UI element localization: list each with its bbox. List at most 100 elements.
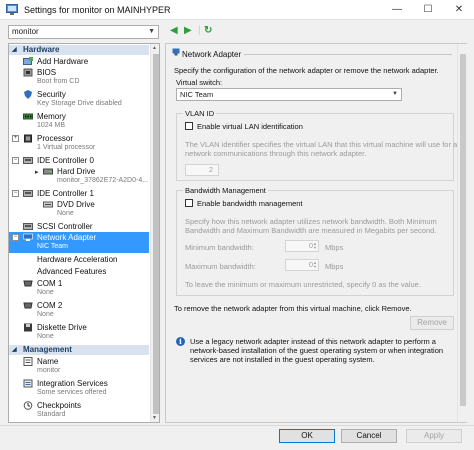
- maximize-button[interactable]: ☐: [413, 0, 443, 20]
- collapse-icon[interactable]: −: [12, 234, 19, 241]
- legacy-adapter-info: services are not installed in the guest …: [190, 355, 375, 364]
- shield-icon: [24, 90, 32, 99]
- forward-arrow-icon[interactable]: ▶: [184, 25, 192, 37]
- tree-item-hardware-acceleration[interactable]: Hardware Acceleration: [9, 254, 149, 265]
- tree-item-bios[interactable]: BIOS Boot from CD: [9, 67, 149, 88]
- chevron-down-icon: ▼: [148, 28, 155, 35]
- tree-item-dvd-drive[interactable]: DVD Drive None: [9, 199, 149, 220]
- spinner-arrows-icon[interactable]: ▲ ▼: [313, 261, 317, 269]
- minimum-bandwidth-label: Minimum bandwidth:: [185, 243, 254, 252]
- panel-description: Specify the configuration of the network…: [174, 66, 439, 75]
- tree-item-add-hardware[interactable]: Add Hardware: [9, 56, 149, 67]
- settings-app-icon: [6, 4, 18, 15]
- bandwidth-help-text: Bandwidth and Maximum Bandwidth are meas…: [185, 226, 437, 235]
- tree-item-com2[interactable]: COM 2 None: [9, 300, 149, 321]
- virtual-switch-value: NIC Team: [180, 90, 214, 99]
- tree-item-advanced-features[interactable]: Advanced Features: [9, 266, 149, 277]
- vlan-help-text: network communications through this netw…: [185, 149, 367, 158]
- scroll-up-arrow-icon[interactable]: ▲: [152, 45, 157, 51]
- maximum-bandwidth-unit: Mbps: [325, 262, 344, 271]
- vm-selector-value: monitor: [12, 27, 39, 36]
- ok-button[interactable]: OK: [279, 429, 335, 443]
- vlan-id-field[interactable]: 2: [185, 164, 219, 176]
- separator: |: [198, 25, 201, 36]
- settings-tree: ◢ Hardware Add Hardware BIOS Boot from C…: [8, 43, 160, 423]
- enable-bandwidth-label: Enable bandwidth management: [197, 199, 303, 208]
- vm-selector-dropdown[interactable]: monitor ▼: [8, 25, 159, 39]
- minimize-button[interactable]: —: [382, 0, 412, 20]
- scsi-controller-icon: [23, 223, 33, 230]
- enable-vlan-checkbox[interactable]: [185, 122, 193, 130]
- tree-item-network-adapter[interactable]: − Network Adapter NIC Team: [9, 232, 149, 253]
- memory-icon: [23, 113, 33, 120]
- expand-icon[interactable]: ▸: [35, 168, 39, 176]
- remove-button[interactable]: Remove: [410, 316, 454, 330]
- cancel-button[interactable]: Cancel: [341, 429, 397, 443]
- unrestricted-hint: To leave the minimum or maximum unrestri…: [185, 280, 421, 289]
- com-port-icon: [23, 280, 33, 287]
- integration-services-icon: [23, 379, 33, 388]
- tree-item-integration-services[interactable]: Integration Services Some services offer…: [9, 378, 149, 399]
- bios-icon: [23, 68, 33, 77]
- vlan-id-group: VLAN ID Enable virtual LAN identificatio…: [176, 109, 461, 181]
- bandwidth-management-group: Bandwidth Management Enable bandwidth ma…: [176, 186, 454, 296]
- chevron-down-icon: ▼: [392, 91, 398, 97]
- network-adapter-icon: [23, 233, 33, 241]
- legacy-adapter-info: network-based installation of the guest …: [190, 346, 444, 355]
- collapse-icon[interactable]: −: [12, 190, 19, 197]
- tree-item-checkpoints[interactable]: Checkpoints Standard: [9, 400, 149, 421]
- minimum-bandwidth-field[interactable]: 0 ▲ ▼: [285, 240, 319, 252]
- panel-scrollbar[interactable]: [457, 44, 467, 422]
- virtual-switch-label: Virtual switch:: [176, 78, 223, 87]
- tree-item-memory[interactable]: Memory 1024 MB: [9, 111, 149, 132]
- spinner-arrows-icon[interactable]: ▲ ▼: [313, 242, 317, 250]
- tree-scrollbar[interactable]: ▲ ▼: [150, 44, 159, 422]
- apply-button[interactable]: Apply: [406, 429, 462, 443]
- close-button[interactable]: ✕: [444, 0, 474, 20]
- hardware-section-header[interactable]: ◢ Hardware: [9, 45, 149, 55]
- name-icon: [23, 357, 33, 366]
- divider: [0, 425, 474, 426]
- management-section-header[interactable]: ◢ Management: [9, 345, 149, 355]
- tree-item-com1[interactable]: COM 1 None: [9, 278, 149, 299]
- checkpoints-icon: [23, 401, 33, 410]
- refresh-icon[interactable]: ↻: [204, 25, 212, 37]
- panel-title: Network Adapter: [182, 50, 242, 59]
- tree-item-scsi-controller[interactable]: SCSI Controller: [9, 221, 149, 232]
- diskette-icon: [24, 323, 32, 332]
- add-hardware-icon: [23, 57, 33, 65]
- collapse-icon[interactable]: −: [12, 157, 19, 164]
- ide-controller-icon: [23, 157, 33, 164]
- enable-bandwidth-checkbox[interactable]: [185, 199, 193, 207]
- maximum-bandwidth-label: Maximum bandwidth:: [185, 262, 256, 271]
- hard-drive-icon: [43, 168, 53, 175]
- network-adapter-icon: [172, 48, 180, 56]
- tree-item-ide-controller-0[interactable]: − IDE Controller 0: [9, 155, 149, 166]
- maximum-bandwidth-field[interactable]: 0 ▲ ▼: [285, 259, 319, 271]
- tree-item-processor[interactable]: + Processor 1 Virtual processor: [9, 133, 149, 154]
- window-title: Settings for monitor on MAINHYPER: [24, 5, 171, 15]
- back-arrow-icon[interactable]: ◀: [170, 25, 178, 37]
- expand-icon[interactable]: +: [12, 135, 19, 142]
- virtual-switch-dropdown[interactable]: NIC Team ▼: [176, 88, 402, 101]
- ide-controller-icon: [23, 190, 33, 197]
- com-port-icon: [23, 302, 33, 309]
- tree-item-diskette-drive[interactable]: Diskette Drive None: [9, 322, 149, 343]
- tree-item-security[interactable]: Security Key Storage Drive disabled: [9, 89, 149, 110]
- remove-instructions: To remove the network adapter from this …: [174, 304, 412, 313]
- tree-item-name[interactable]: Name monitor: [9, 356, 149, 377]
- dvd-drive-icon: [43, 201, 53, 208]
- tree-item-hard-drive[interactable]: ▸ Hard Drive monitor_37862E72-A2D0-4...: [9, 166, 149, 187]
- info-icon: i: [176, 337, 185, 346]
- legacy-adapter-info: Use a legacy network adapter instead of …: [190, 337, 436, 346]
- tree-scrollbar-thumb[interactable]: [153, 54, 159, 414]
- tree-item-ide-controller-1[interactable]: − IDE Controller 1: [9, 188, 149, 199]
- vlan-help-text: The VLAN identifier specifies the virtua…: [185, 140, 461, 149]
- network-adapter-panel: Network Adapter Specify the configuratio…: [165, 43, 467, 423]
- collapse-caret-icon: ◢: [12, 47, 17, 53]
- panel-scrollbar-thumb[interactable]: [460, 54, 466, 406]
- title-bar: Settings for monitor on MAINHYPER — ☐ ✕: [0, 0, 474, 20]
- divider: [244, 54, 452, 55]
- scroll-down-arrow-icon[interactable]: ▼: [152, 415, 157, 421]
- enable-vlan-label: Enable virtual LAN identification: [197, 122, 303, 131]
